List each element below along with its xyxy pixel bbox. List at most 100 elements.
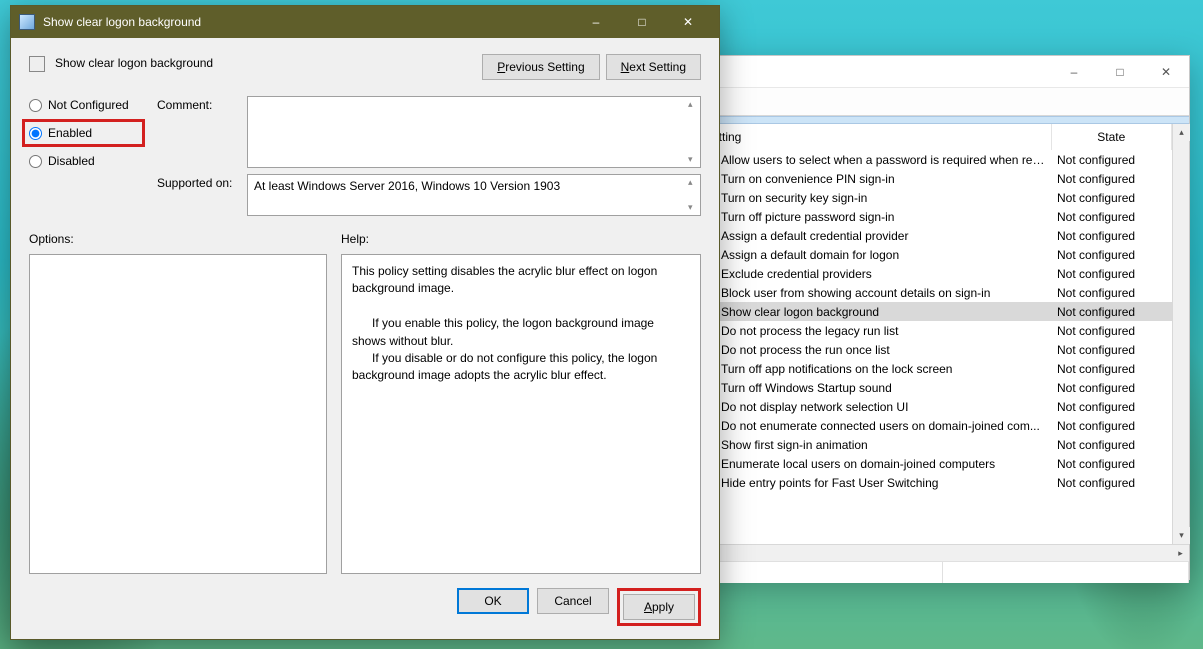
dialog-title: Show clear logon background bbox=[43, 15, 201, 29]
radio-label: Not Configured bbox=[48, 98, 129, 112]
setting-cell: Hide entry points for Fast User Switchin… bbox=[696, 473, 1051, 492]
radio-enabled[interactable]: Enabled bbox=[29, 126, 136, 140]
state-cell: Not configured bbox=[1051, 302, 1172, 321]
listwin-divider bbox=[696, 116, 1189, 124]
maximize-button[interactable]: □ bbox=[619, 6, 665, 38]
listwin-toolbar bbox=[696, 88, 1189, 116]
radio-disabled[interactable]: Disabled bbox=[29, 154, 139, 168]
table-row[interactable]: Do not process the run once listNot conf… bbox=[696, 340, 1172, 359]
supported-on-text: At least Windows Server 2016, Windows 10… bbox=[248, 175, 700, 215]
options-box[interactable] bbox=[29, 254, 327, 574]
setting-cell: Turn on security key sign-in bbox=[696, 188, 1051, 207]
policy-dialog: Show clear logon background – □ ✕ Show c… bbox=[10, 5, 720, 640]
radio-not-configured[interactable]: Not Configured bbox=[29, 98, 139, 112]
policy-table: Setting State Allow users to select when… bbox=[696, 124, 1172, 492]
state-cell: Not configured bbox=[1051, 359, 1172, 378]
state-cell: Not configured bbox=[1051, 169, 1172, 188]
state-cell: Not configured bbox=[1051, 340, 1172, 359]
setting-cell: Exclude credential providers bbox=[696, 264, 1051, 283]
state-cell: Not configured bbox=[1051, 245, 1172, 264]
table-row[interactable]: Turn off app notifications on the lock s… bbox=[696, 359, 1172, 378]
setting-cell: Show clear logon background bbox=[696, 302, 1051, 321]
setting-cell: Enumerate local users on domain-joined c… bbox=[696, 454, 1051, 473]
table-row[interactable]: Turn on convenience PIN sign-inNot confi… bbox=[696, 169, 1172, 188]
setting-cell: Do not enumerate connected users on doma… bbox=[696, 416, 1051, 435]
setting-cell: Assign a default credential provider bbox=[696, 226, 1051, 245]
table-row[interactable]: Turn on security key sign-inNot configur… bbox=[696, 188, 1172, 207]
state-cell: Not configured bbox=[1051, 321, 1172, 340]
table-row[interactable]: Show first sign-in animationNot configur… bbox=[696, 435, 1172, 454]
policy-icon bbox=[19, 14, 35, 30]
setting-cell: Allow users to select when a password is… bbox=[696, 150, 1051, 169]
setting-cell: Turn off app notifications on the lock s… bbox=[696, 359, 1051, 378]
scroll-hint-icon bbox=[686, 99, 698, 165]
state-cell: Not configured bbox=[1051, 264, 1172, 283]
scroll-hint-icon bbox=[686, 177, 698, 213]
col-header-setting[interactable]: Setting bbox=[696, 124, 1051, 150]
table-row[interactable]: Assign a default domain for logonNot con… bbox=[696, 245, 1172, 264]
state-cell: Not configured bbox=[1051, 435, 1172, 454]
table-row[interactable]: Do not process the legacy run listNot co… bbox=[696, 321, 1172, 340]
state-cell: Not configured bbox=[1051, 473, 1172, 492]
horizontal-scrollbar[interactable]: ◂ ▸ bbox=[696, 544, 1189, 561]
listwin-statusbar bbox=[696, 561, 1189, 583]
previous-setting-button[interactable]: Previous Setting bbox=[482, 54, 599, 80]
table-row[interactable]: Do not display network selection UINot c… bbox=[696, 397, 1172, 416]
close-button[interactable]: ✕ bbox=[1143, 56, 1189, 88]
policy-list-window: – □ ✕ Setting State Allow users to selec… bbox=[695, 55, 1190, 580]
state-cell: Not configured bbox=[1051, 226, 1172, 245]
options-label: Options: bbox=[29, 232, 327, 246]
table-row[interactable]: Block user from showing account details … bbox=[696, 283, 1172, 302]
state-cell: Not configured bbox=[1051, 454, 1172, 473]
radio-label: Disabled bbox=[48, 154, 95, 168]
help-text: This policy setting disables the acrylic… bbox=[341, 254, 701, 574]
setting-cell: Do not process the run once list bbox=[696, 340, 1051, 359]
scroll-down-icon[interactable]: ▾ bbox=[1173, 527, 1190, 544]
state-cell: Not configured bbox=[1051, 378, 1172, 397]
cancel-button[interactable]: Cancel bbox=[537, 588, 609, 614]
setting-cell: Block user from showing account details … bbox=[696, 283, 1051, 302]
table-row[interactable]: Enumerate local users on domain-joined c… bbox=[696, 454, 1172, 473]
scroll-up-icon[interactable]: ▴ bbox=[1173, 124, 1190, 141]
setting-cell: Assign a default domain for logon bbox=[696, 245, 1051, 264]
listwin-titlebar[interactable]: – □ ✕ bbox=[696, 56, 1189, 88]
setting-cell: Turn off Windows Startup sound bbox=[696, 378, 1051, 397]
table-row[interactable]: Turn off picture password sign-inNot con… bbox=[696, 207, 1172, 226]
table-row[interactable]: Do not enumerate connected users on doma… bbox=[696, 416, 1172, 435]
setting-cell: Turn off picture password sign-in bbox=[696, 207, 1051, 226]
table-row[interactable]: Allow users to select when a password is… bbox=[696, 150, 1172, 169]
comment-input[interactable] bbox=[248, 97, 700, 167]
scroll-right-icon[interactable]: ▸ bbox=[1172, 545, 1189, 562]
table-row[interactable]: Hide entry points for Fast User Switchin… bbox=[696, 473, 1172, 492]
dialog-titlebar[interactable]: Show clear logon background – □ ✕ bbox=[11, 6, 719, 38]
maximize-button[interactable]: □ bbox=[1097, 56, 1143, 88]
state-cell: Not configured bbox=[1051, 397, 1172, 416]
setting-cell: Do not process the legacy run list bbox=[696, 321, 1051, 340]
table-row[interactable]: Show clear logon backgroundNot configure… bbox=[696, 302, 1172, 321]
state-cell: Not configured bbox=[1051, 207, 1172, 226]
ok-button[interactable]: OK bbox=[457, 588, 529, 614]
supported-label: Supported on: bbox=[157, 174, 239, 216]
close-button[interactable]: ✕ bbox=[665, 6, 711, 38]
setting-cell: Do not display network selection UI bbox=[696, 397, 1051, 416]
next-setting-button[interactable]: Next Setting bbox=[606, 54, 701, 80]
setting-cell: Turn on convenience PIN sign-in bbox=[696, 169, 1051, 188]
policy-icon bbox=[29, 56, 45, 72]
table-row[interactable]: Turn off Windows Startup soundNot config… bbox=[696, 378, 1172, 397]
radio-label: Enabled bbox=[48, 126, 92, 140]
state-cell: Not configured bbox=[1051, 416, 1172, 435]
state-cell: Not configured bbox=[1051, 188, 1172, 207]
col-header-state[interactable]: State bbox=[1051, 124, 1172, 150]
table-row[interactable]: Assign a default credential providerNot … bbox=[696, 226, 1172, 245]
minimize-button[interactable]: – bbox=[573, 6, 619, 38]
vertical-scrollbar[interactable]: ▴ ▾ bbox=[1172, 124, 1189, 544]
state-cell: Not configured bbox=[1051, 283, 1172, 302]
policy-heading: Show clear logon background bbox=[55, 54, 472, 70]
help-label: Help: bbox=[341, 232, 701, 246]
comment-label: Comment: bbox=[157, 96, 239, 168]
state-cell: Not configured bbox=[1051, 150, 1172, 169]
apply-button[interactable]: Apply bbox=[623, 594, 695, 620]
table-row[interactable]: Exclude credential providersNot configur… bbox=[696, 264, 1172, 283]
minimize-button[interactable]: – bbox=[1051, 56, 1097, 88]
setting-cell: Show first sign-in animation bbox=[696, 435, 1051, 454]
